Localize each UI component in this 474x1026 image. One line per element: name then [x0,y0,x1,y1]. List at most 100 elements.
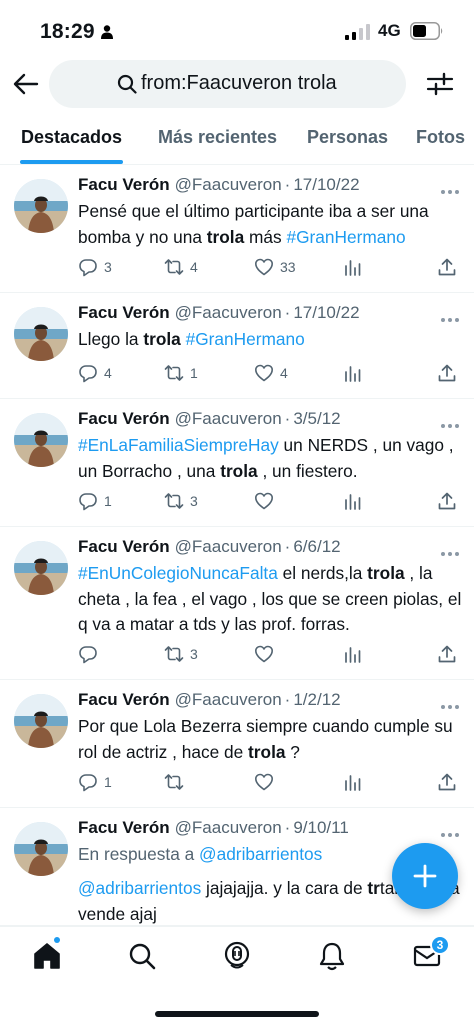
author-handle[interactable]: @Faacuveron [175,409,282,428]
avatar[interactable] [14,413,68,467]
tab-mas-recientes[interactable]: Más recientes [158,127,277,148]
hashtag-link[interactable]: #EnLaFamiliaSiempreHay [78,435,279,455]
more-icon[interactable] [439,183,461,194]
views-button[interactable] [343,257,363,277]
separator-dot: · [284,818,291,837]
tweet[interactable]: Facu Verón @Faacuveron · 1/2/12 Por que Lola… [0,680,474,808]
share-button[interactable] [437,491,457,511]
spaces-icon[interactable] [222,941,252,971]
author-name[interactable]: Facu Verón [78,818,170,837]
author-name[interactable]: Facu Verón [78,303,170,322]
reply-to-mention[interactable]: @adribarrientos [199,844,322,864]
views-button[interactable] [343,644,363,664]
retweet-button[interactable]: 4 [164,257,198,277]
separator-dot: · [284,690,291,709]
tweet-date[interactable]: 6/6/12 [293,537,340,556]
more-icon[interactable] [439,698,461,709]
author-name[interactable]: Facu Verón [78,409,170,428]
views-icon [343,772,363,792]
retweet-icon [164,491,184,511]
notifications-icon[interactable] [317,941,347,971]
reply-button[interactable]: 1 [78,491,112,511]
author-name[interactable]: Facu Verón [78,690,170,709]
like-icon [254,257,274,277]
like-button[interactable]: 33 [254,257,296,277]
retweet-button[interactable]: 3 [164,491,198,511]
hashtag-link[interactable]: #GranHermano [286,227,405,247]
author-name[interactable]: Facu Verón [78,175,170,194]
share-icon [437,363,457,383]
views-button[interactable] [343,772,363,792]
tweet-date[interactable]: 17/10/22 [293,175,359,194]
tweet-date[interactable]: 17/10/22 [293,303,359,322]
retweet-icon [164,644,184,664]
reply-button[interactable]: 3 [78,257,112,277]
tweet-text: #EnLaFamiliaSiempreHay un NERDS , un vag… [78,433,463,484]
like-button[interactable] [254,644,274,664]
avatar[interactable] [14,694,68,748]
retweet-button[interactable] [164,772,184,792]
hashtag-link[interactable]: #EnUnColegioNuncaFalta [78,563,278,583]
explore-icon[interactable] [127,941,157,971]
tweet-text: #EnUnColegioNuncaFalta el nerds,la trola… [78,561,463,638]
like-button[interactable]: 4 [254,363,288,383]
back-arrow-icon[interactable] [12,70,40,98]
author-handle[interactable]: @Faacuveron [175,537,282,556]
reply-button[interactable]: 1 [78,772,112,792]
retweet-button[interactable]: 3 [164,644,198,664]
share-icon [437,772,457,792]
avatar[interactable] [14,179,68,233]
views-button[interactable] [343,363,363,383]
tweet[interactable]: Facu Verón @Faacuveron · 6/6/12 #EnUnColegio… [0,527,474,680]
avatar[interactable] [14,541,68,595]
more-icon[interactable] [439,311,461,322]
avatar[interactable] [14,822,68,876]
share-button[interactable] [437,363,457,383]
tweet-date[interactable]: 3/5/12 [293,409,340,428]
like-button[interactable] [254,491,274,511]
reply-icon [78,644,98,664]
author-handle[interactable]: @Faacuveron [175,175,282,194]
text-segment: jajajajja. y la cara de [201,878,368,898]
share-button[interactable] [437,772,457,792]
avatar[interactable] [14,307,68,361]
mention-link[interactable]: @adribarrientos [78,878,201,898]
more-icon[interactable] [439,545,461,556]
share-button[interactable] [437,257,457,277]
tab-destacados[interactable]: Destacados [21,127,122,148]
search-icon [117,74,137,94]
home-icon[interactable] [32,941,62,971]
tab-personas[interactable]: Personas [307,127,388,148]
tweet[interactable]: Facu Verón @Faacuveron · 17/10/22 Pensé que … [0,165,474,293]
search-query[interactable]: from:Faacuveron trola [141,72,337,95]
hashtag-link[interactable]: #GranHermano [186,329,305,349]
more-icon[interactable] [439,826,461,837]
author-handle[interactable]: @Faacuveron [175,690,282,709]
network-type: 4G [378,21,401,40]
tweet-date[interactable]: 1/2/12 [293,690,340,709]
tweet[interactable]: Facu Verón @Faacuveron · 17/10/22 Llego la t… [0,293,474,399]
like-icon [254,644,274,664]
author-name[interactable]: Facu Verón [78,537,170,556]
highlighted-keyword: tr [367,878,380,898]
share-button[interactable] [437,644,457,664]
tweet-header: Facu Verón @Faacuveron · 6/6/12 [78,537,341,557]
filter-icon[interactable] [426,70,454,98]
like-button[interactable] [254,772,274,792]
reply-button[interactable] [78,644,98,664]
tweet-header: Facu Verón @Faacuveron · 3/5/12 [78,409,341,429]
share-icon [437,257,457,277]
home-unread-dot [54,937,60,943]
reply-button[interactable]: 4 [78,363,112,383]
views-button[interactable] [343,491,363,511]
tab-fotos[interactable]: Fotos [416,127,465,148]
author-handle[interactable]: @Faacuveron [175,818,282,837]
retweet-button[interactable]: 1 [164,363,198,383]
battery-icon [410,22,443,40]
tweet[interactable]: Facu Verón @Faacuveron · 3/5/12 #EnLaFamilia… [0,399,474,527]
author-handle[interactable]: @Faacuveron [175,303,282,322]
like-count: 33 [280,259,296,275]
compose-button[interactable] [392,843,458,909]
tweet-date[interactable]: 9/10/11 [293,818,348,837]
more-icon[interactable] [439,417,461,428]
